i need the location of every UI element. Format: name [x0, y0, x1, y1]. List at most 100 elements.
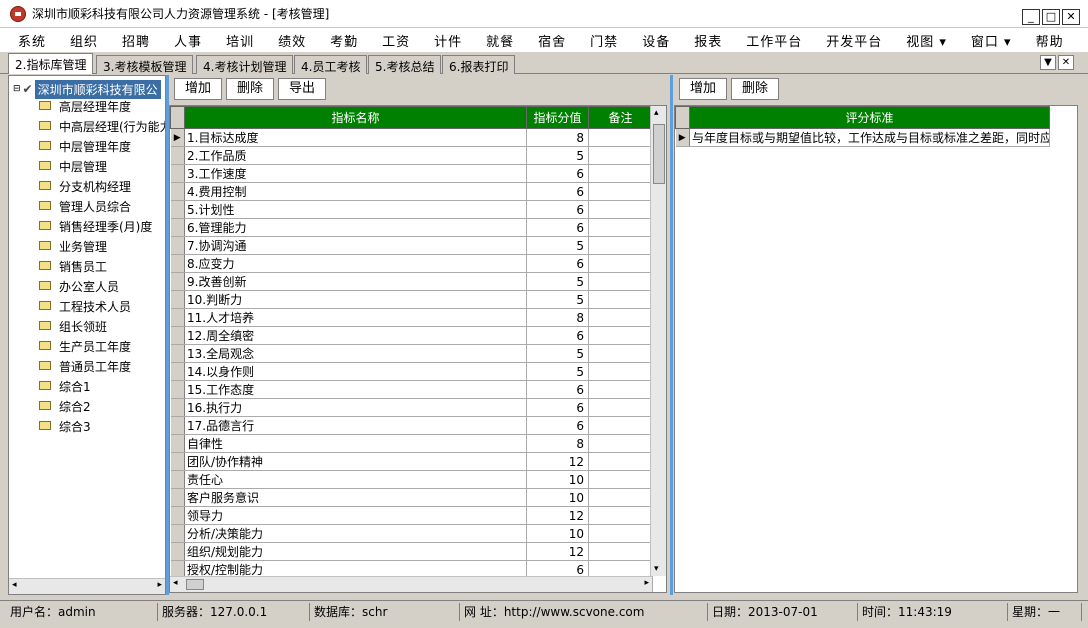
indicator-name-cell[interactable]: 客户服务意识 [184, 488, 527, 507]
indicator-score-cell[interactable]: 8 [526, 128, 589, 147]
tree-item[interactable]: 销售员工 [39, 256, 107, 276]
table-row[interactable]: 自律性 8 [170, 434, 653, 453]
indicator-score-cell[interactable]: 12 [526, 506, 589, 525]
table-row[interactable]: 8.应变力 6 [170, 254, 653, 273]
table-row[interactable]: 10.判断力 5 [170, 290, 653, 309]
table-row[interactable]: 9.改善创新 5 [170, 272, 653, 291]
tree-item[interactable]: 组长领班 [39, 316, 107, 336]
menu-organization[interactable]: 组织 [70, 31, 98, 50]
indicator-remark-cell[interactable] [588, 398, 653, 417]
table-row[interactable]: 6.管理能力 6 [170, 218, 653, 237]
indicator-name-cell[interactable]: 7.协调沟通 [184, 236, 527, 255]
tree-item[interactable]: 工程技术人员 [39, 296, 131, 316]
indicator-score-cell[interactable]: 6 [526, 380, 589, 399]
indicator-remark-cell[interactable] [588, 308, 653, 327]
indicator-score-cell[interactable]: 8 [526, 434, 589, 453]
indicator-name-cell[interactable]: 2.工作品质 [184, 146, 527, 165]
indicator-score-cell[interactable]: 12 [526, 452, 589, 471]
tree-item[interactable]: 综合2 [39, 396, 91, 416]
indicator-name-cell[interactable]: 17.品德言行 [184, 416, 527, 435]
table-row[interactable]: 客户服务意识 10 [170, 488, 653, 507]
table-row[interactable]: 分析/决策能力 10 [170, 524, 653, 543]
table-row[interactable]: ▶ 与年度目标或与期望值比较，工作达成与目标或标准之差距，同时应 [675, 128, 1050, 147]
tab-appraisal-summary[interactable]: 5.考核总结 [368, 55, 442, 74]
indicator-score-cell[interactable]: 6 [526, 398, 589, 417]
indicator-horizontal-scrollbar[interactable]: ◂ ▸ [170, 576, 652, 592]
table-row[interactable]: 领导力 12 [170, 506, 653, 525]
indicator-remark-cell[interactable] [588, 434, 653, 453]
table-row[interactable]: 13.全局观念 5 [170, 344, 653, 363]
indicator-name-cell[interactable]: 12.周全缜密 [184, 326, 527, 345]
menu-help[interactable]: 帮助 [1036, 31, 1064, 50]
delete-button[interactable]: 删除 [226, 78, 274, 100]
table-row[interactable]: 3.工作速度 6 [170, 164, 653, 183]
indicator-name-cell[interactable]: 10.判断力 [184, 290, 527, 309]
table-row[interactable]: 组织/规划能力 12 [170, 542, 653, 561]
tree-item[interactable]: 分支机构经理 [39, 176, 131, 196]
indicator-remark-cell[interactable] [588, 380, 653, 399]
table-row[interactable]: 团队/协作精神 12 [170, 452, 653, 471]
indicator-name-cell[interactable]: 责任心 [184, 470, 527, 489]
indicator-remark-cell[interactable] [588, 254, 653, 273]
col-header-score[interactable]: 指标分值 [526, 106, 589, 129]
scroll-left-icon[interactable]: ◂ [173, 578, 178, 588]
table-row[interactable]: 11.人才培养 8 [170, 308, 653, 327]
tree-item[interactable]: 中高层经理(行为能力) [39, 116, 165, 136]
table-row[interactable]: 责任心 10 [170, 470, 653, 489]
table-row[interactable]: 4.费用控制 6 [170, 182, 653, 201]
tree-item[interactable]: 销售经理季(月)度 [39, 216, 152, 236]
indicator-score-cell[interactable]: 5 [526, 236, 589, 255]
menu-training[interactable]: 培训 [226, 31, 254, 50]
indicator-name-cell[interactable]: 1.目标达成度 [184, 128, 527, 147]
tree-item[interactable]: 中层管理 [39, 156, 107, 176]
tab-indicator-library[interactable]: 2.指标库管理 [8, 53, 94, 74]
indicator-score-cell[interactable]: 10 [526, 488, 589, 507]
indicator-score-cell[interactable]: 12 [526, 542, 589, 561]
indicator-name-cell[interactable]: 13.全局观念 [184, 344, 527, 363]
menu-reports[interactable]: 报表 [694, 31, 722, 50]
indicator-remark-cell[interactable] [588, 470, 653, 489]
export-button[interactable]: 导出 [278, 78, 326, 100]
indicator-name-cell[interactable]: 4.费用控制 [184, 182, 527, 201]
col-header-remark[interactable]: 备注 [588, 106, 653, 129]
menu-piecework[interactable]: 计件 [434, 31, 462, 50]
minimize-button[interactable]: _ [1022, 9, 1040, 25]
menu-dining[interactable]: 就餐 [486, 31, 514, 50]
table-row[interactable]: 16.执行力 6 [170, 398, 653, 417]
tab-report-print[interactable]: 6.报表打印 [442, 55, 516, 74]
table-row[interactable]: 5.计划性 6 [170, 200, 653, 219]
scroll-up-icon[interactable]: ▴ [654, 108, 659, 118]
indicator-remark-cell[interactable] [588, 506, 653, 525]
menu-access-control[interactable]: 门禁 [590, 31, 618, 50]
indicator-score-cell[interactable]: 5 [526, 344, 589, 363]
col-header-name[interactable]: 指标名称 [184, 106, 527, 129]
indicator-name-cell[interactable]: 组织/规划能力 [184, 542, 527, 561]
indicator-remark-cell[interactable] [588, 488, 653, 507]
indicator-remark-cell[interactable] [588, 128, 653, 147]
scroll-down-icon[interactable]: ▾ [654, 564, 659, 574]
indicator-name-cell[interactable]: 领导力 [184, 506, 527, 525]
indicator-name-cell[interactable]: 3.工作速度 [184, 164, 527, 183]
add-criteria-button[interactable]: 增加 [679, 78, 727, 100]
indicator-remark-cell[interactable] [588, 182, 653, 201]
indicator-remark-cell[interactable] [588, 236, 653, 255]
close-button[interactable]: ✕ [1062, 9, 1080, 25]
pane-splitter[interactable] [670, 75, 673, 595]
menu-work-platform[interactable]: 工作平台 [746, 31, 802, 50]
h-scroll-thumb[interactable] [186, 579, 204, 590]
tab-list-dropdown-icon[interactable]: ▼ [1040, 55, 1056, 70]
menu-attendance[interactable]: 考勤 [330, 31, 358, 50]
tree-item[interactable]: 业务管理 [39, 236, 107, 256]
tab-template-management[interactable]: 3.考核模板管理 [96, 55, 194, 74]
indicator-vertical-scrollbar[interactable]: ▴ ▾ [650, 106, 666, 576]
tab-close-icon[interactable]: ✕ [1058, 55, 1074, 70]
indicator-score-cell[interactable]: 6 [526, 416, 589, 435]
indicator-remark-cell[interactable] [588, 218, 653, 237]
col-header-criteria[interactable]: 评分标准 [689, 106, 1050, 129]
scroll-right-icon[interactable]: ▸ [157, 580, 162, 590]
indicator-score-cell[interactable]: 6 [526, 200, 589, 219]
maximize-button[interactable]: □ [1042, 9, 1060, 25]
table-row[interactable]: 14.以身作则 5 [170, 362, 653, 381]
indicator-remark-cell[interactable] [588, 362, 653, 381]
indicator-remark-cell[interactable] [588, 452, 653, 471]
